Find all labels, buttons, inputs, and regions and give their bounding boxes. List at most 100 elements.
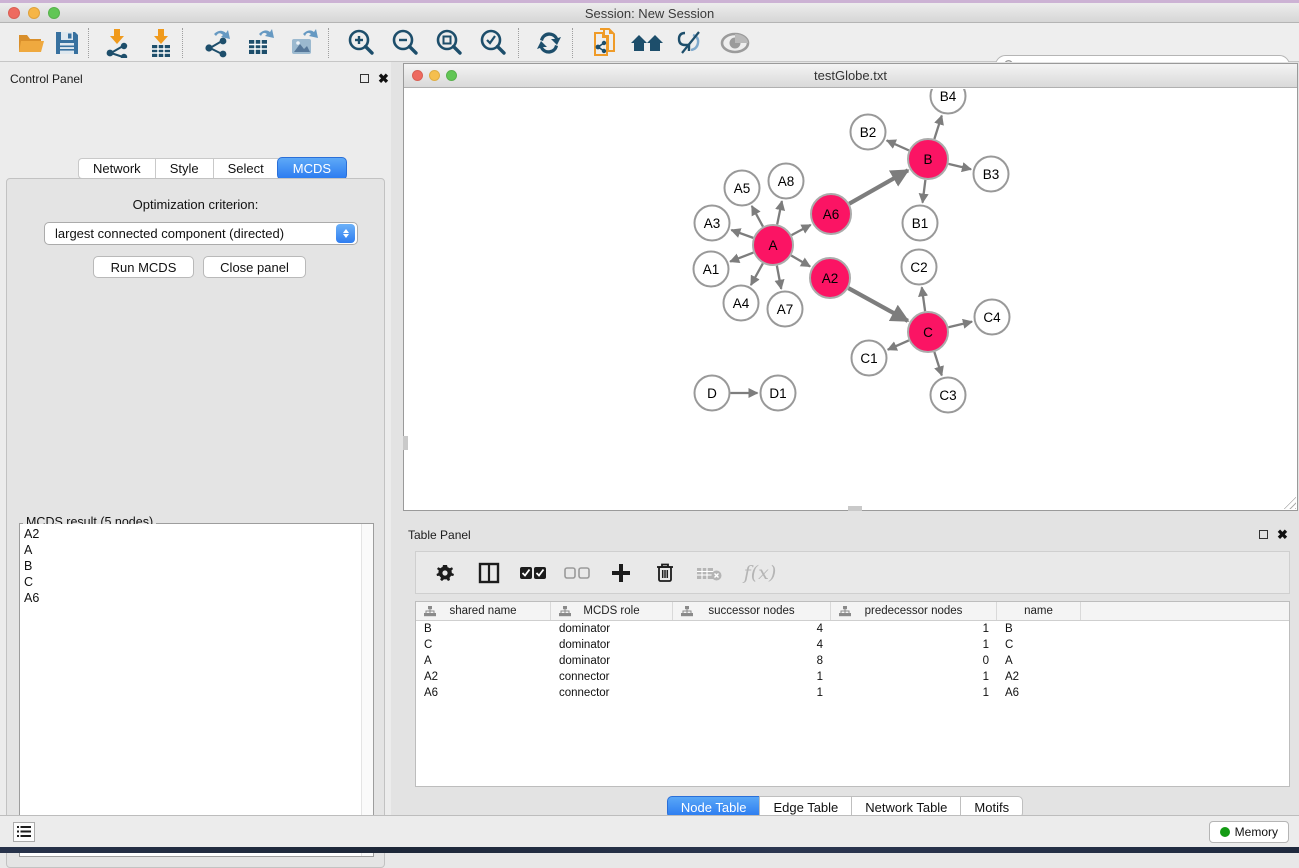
table-cell[interactable]: B [416, 623, 551, 635]
apply-layout-button[interactable] [532, 27, 566, 59]
mcds-result-item[interactable]: B [24, 558, 361, 574]
criterion-dropdown[interactable]: largest connected component (directed) [44, 222, 358, 245]
memory-button[interactable]: Memory [1209, 821, 1289, 843]
column-header-name[interactable]: name [997, 602, 1081, 620]
graph-edge-A-A4[interactable] [751, 263, 763, 285]
cybrowser-home-button[interactable] [630, 27, 664, 59]
graph-edge-A6-B[interactable] [849, 170, 908, 203]
tab-select[interactable]: Select [213, 158, 278, 179]
table-row[interactable]: A6connector11A6 [416, 685, 1289, 701]
graph-edge-C-C2[interactable] [922, 287, 925, 311]
save-session-button[interactable] [50, 27, 84, 59]
zoom-out-button[interactable] [388, 27, 422, 59]
mcds-result-item[interactable]: A [24, 542, 361, 558]
delete-column-button[interactable] [652, 560, 678, 586]
graph-edge-A-A1[interactable] [730, 253, 753, 262]
tab-mcds[interactable]: MCDS [277, 157, 347, 180]
mcds-result-item[interactable]: C [24, 574, 361, 590]
table-cell[interactable]: A2 [997, 671, 1081, 683]
graph-edge-C-C3[interactable] [934, 352, 941, 375]
table-cell[interactable]: A6 [416, 687, 551, 699]
float-panel-icon[interactable] [1259, 530, 1268, 539]
table-cell[interactable]: 1 [831, 639, 997, 651]
network-canvas[interactable]: AA1A3A5A8A4A7A6A2BB1B2B3B4CC1C2C3C4DD1 [404, 89, 1297, 510]
table-cell[interactable]: 1 [831, 687, 997, 699]
tab-network[interactable]: Network [78, 158, 155, 179]
mcds-result-list[interactable]: A2ABCA6 [20, 524, 361, 856]
table-cell[interactable]: 1 [831, 623, 997, 635]
column-header-predecessor-nodes[interactable]: predecessor nodes [831, 602, 997, 620]
zoom-in-button[interactable] [344, 27, 378, 59]
table-cell[interactable]: 4 [673, 639, 831, 651]
mcds-result-item[interactable]: A2 [24, 526, 361, 542]
tab-style[interactable]: Style [155, 158, 213, 179]
mcds-list-scrollbar[interactable] [361, 524, 373, 856]
table-cell[interactable]: connector [551, 687, 673, 699]
add-column-button[interactable] [608, 560, 634, 586]
table-cell[interactable]: C [416, 639, 551, 651]
graph-edge-B-B3[interactable] [948, 164, 971, 169]
mcds-result-item[interactable]: A6 [24, 590, 361, 606]
graph-edge-A2-C[interactable] [848, 288, 907, 321]
import-network-button[interactable] [100, 27, 134, 59]
task-history-button[interactable] [13, 822, 35, 842]
run-mcds-button[interactable]: Run MCDS [93, 256, 194, 278]
graph-edge-C-C4[interactable] [948, 322, 972, 328]
close-panel-icon[interactable]: ✖ [1277, 530, 1288, 539]
column-header-MCDS-role[interactable]: MCDS role [551, 602, 673, 620]
table-cell[interactable]: 0 [831, 655, 997, 667]
table-cell[interactable]: A2 [416, 671, 551, 683]
table-row[interactable]: A2connector11A2 [416, 669, 1289, 685]
column-header-shared-name[interactable]: shared name [416, 602, 551, 620]
table-cell[interactable]: A6 [997, 687, 1081, 699]
graph-edge-B-B1[interactable] [923, 180, 926, 203]
graph-edge-C-C1[interactable] [888, 340, 909, 349]
table-cell[interactable]: dominator [551, 623, 673, 635]
graph-edge-A-A6[interactable] [792, 225, 811, 235]
close-panel-button[interactable]: Close panel [203, 256, 306, 278]
graph-edge-A-A7[interactable] [777, 266, 781, 289]
export-network-button[interactable] [200, 27, 234, 59]
graph-edge-A-A8[interactable] [777, 201, 782, 224]
export-table-button[interactable] [243, 27, 277, 59]
column-layout-button[interactable] [476, 560, 502, 586]
delete-table-button[interactable] [696, 560, 722, 586]
table-cell[interactable]: connector [551, 671, 673, 683]
show-hide-button[interactable] [718, 27, 752, 59]
network-scroll-mark[interactable] [403, 436, 408, 450]
column-header-successor-nodes[interactable]: successor nodes [673, 602, 831, 620]
export-image-button[interactable] [286, 27, 320, 59]
table-cell[interactable]: 8 [673, 655, 831, 667]
table-cell[interactable]: 4 [673, 623, 831, 635]
table-cell[interactable]: 1 [831, 671, 997, 683]
select-all-button[interactable] [520, 560, 546, 586]
close-panel-icon[interactable]: ✖ [378, 74, 389, 83]
network-window-titlebar[interactable]: testGlobe.txt [404, 64, 1297, 88]
float-panel-icon[interactable] [360, 74, 369, 83]
graph-edge-A-A5[interactable] [752, 206, 763, 227]
new-network-from-selection-button[interactable] [588, 27, 622, 59]
table-row[interactable]: Adominator80A [416, 653, 1289, 669]
table-cell[interactable]: dominator [551, 655, 673, 667]
table-cell[interactable]: C [997, 639, 1081, 651]
table-cell[interactable]: A [997, 655, 1081, 667]
gear-button[interactable] [432, 560, 458, 586]
import-table-button[interactable] [144, 27, 178, 59]
graph-edge-A-A3[interactable] [731, 230, 753, 238]
table-row[interactable]: Bdominator41B [416, 621, 1289, 637]
table-row[interactable]: Cdominator41C [416, 637, 1289, 653]
graph-edge-A-A2[interactable] [791, 256, 810, 267]
graph-edge-B-B2[interactable] [887, 140, 909, 150]
table-cell[interactable]: 1 [673, 687, 831, 699]
deselect-all-button[interactable] [564, 560, 590, 586]
zoom-selected-button[interactable] [476, 27, 510, 59]
network-scroll-mark[interactable] [848, 506, 862, 511]
table-cell[interactable]: 1 [673, 671, 831, 683]
function-builder-button[interactable]: f(x) [740, 560, 780, 586]
hide-labels-button[interactable] [673, 27, 707, 59]
table-cell[interactable]: dominator [551, 639, 673, 651]
open-session-button[interactable] [14, 27, 48, 59]
zoom-fit-button[interactable] [432, 27, 466, 59]
table-cell[interactable]: B [997, 623, 1081, 635]
graph-edge-B-B4[interactable] [934, 116, 941, 139]
